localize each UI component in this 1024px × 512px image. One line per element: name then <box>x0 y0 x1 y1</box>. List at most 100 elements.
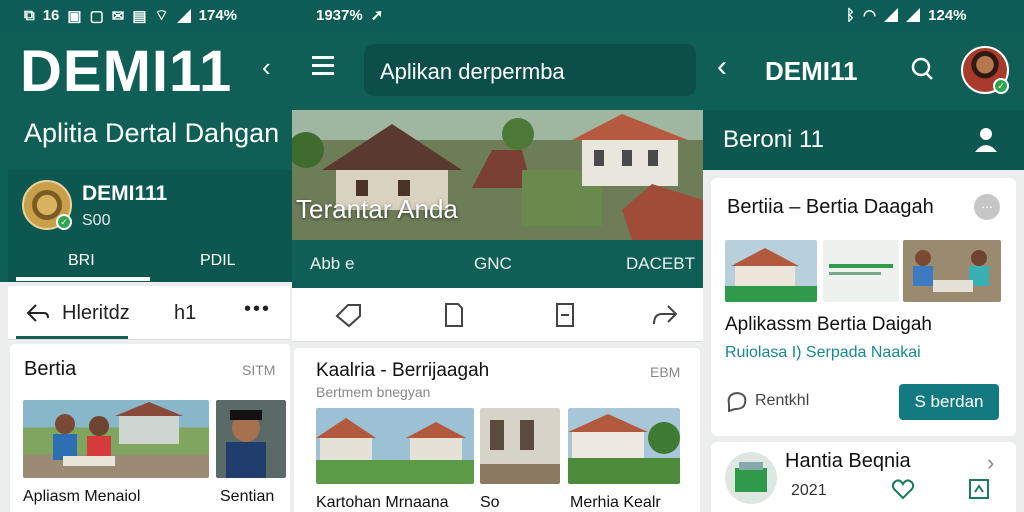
status-bar: ⧉ 16 ▣ ▢ ✉ ▤ ⌔ 174% 1937% ➚ ᛒ ◠ 124% <box>0 0 1024 32</box>
panel-left-header: DEMI11 ‹ Aplitia Dertal Dahgan ✓ DEMI111… <box>0 32 292 282</box>
menu-icon[interactable] <box>312 56 334 80</box>
feature-photo-1[interactable] <box>725 240 817 302</box>
article-photo-3[interactable] <box>568 408 680 484</box>
meeting-photo <box>903 240 1001 302</box>
tag-icon[interactable] <box>334 302 364 328</box>
shop-photo <box>735 462 767 492</box>
card-caption-2: Sentian <box>220 488 275 505</box>
more-options-icon[interactable]: ⋯ <box>974 194 1000 220</box>
feature-action[interactable]: Rentkhl <box>755 392 809 410</box>
feature-photo-3[interactable] <box>903 240 1001 302</box>
card-meta: SITM <box>242 362 276 378</box>
share-back-icon[interactable] <box>26 302 50 324</box>
article-photo-1[interactable] <box>316 408 474 484</box>
status-time: 1937% <box>316 6 363 24</box>
card-photo-1[interactable] <box>23 400 209 478</box>
account-name: DEMI111 <box>82 182 168 205</box>
signal-icon-2 <box>906 8 921 22</box>
panel-middle-header: Aplikan derpermba <box>292 32 703 110</box>
online-badge-icon: ✓ <box>993 78 1009 94</box>
signal-icon-1 <box>884 8 899 22</box>
heart-icon[interactable] <box>891 478 915 500</box>
tab-gnc[interactable]: GNC <box>474 254 512 274</box>
panel-right: ‹ DEMI11 ✓ Beroni 11 Bertiia – Bertia Da… <box>703 32 1024 512</box>
gallery-icon: ▤ <box>132 7 147 25</box>
user-avatar[interactable]: ✓ <box>961 46 1009 94</box>
bluetooth-icon: ᛒ <box>846 6 856 24</box>
back-icon[interactable]: ‹ <box>717 50 727 84</box>
card-caption-1: Apliasm Menaiol <box>23 488 141 505</box>
feature-name: Aplikassm Bertia Daigah <box>725 314 932 335</box>
account-tab-0[interactable]: BRI <box>68 252 95 270</box>
account-card[interactable]: ✓ DEMI111 S00 BRI PDIL <box>8 170 292 282</box>
article-card[interactable]: Kaalria - Berrijaagah Bertmem bnegyan EB… <box>294 348 700 512</box>
panel-middle-tabs: Abb e GNC DACEBT <box>292 240 703 288</box>
logo-image <box>829 264 893 275</box>
back-icon[interactable]: ‹ <box>262 52 271 83</box>
tab-dacebt[interactable]: DACEBT <box>626 254 695 274</box>
account-avatar[interactable]: ✓ <box>22 180 72 230</box>
article-title: Kaalria - Berrijaagah <box>316 360 490 381</box>
house-photo <box>725 240 817 302</box>
search-icon[interactable] <box>909 56 935 82</box>
houses-photo <box>316 408 474 484</box>
signal-icon <box>176 8 191 23</box>
article-subtitle: Bertmem bnegyan <box>316 384 431 400</box>
panel-right-header: ‹ DEMI11 ✓ <box>703 32 1024 110</box>
app-subtitle: Aplitia Dertal Dahgan <box>24 118 280 148</box>
search-text: Aplikan derpermba <box>380 59 565 84</box>
more-icon[interactable]: ••• <box>244 298 271 321</box>
comment-icon[interactable] <box>725 390 749 412</box>
article-caption-2: So <box>480 494 500 511</box>
tab-indicator <box>16 336 128 339</box>
account-tab-1[interactable]: PDIL <box>200 252 236 270</box>
wifi-strength-icon: ◠ <box>863 7 877 24</box>
card-title: Bertia <box>24 358 77 380</box>
feature-photo-2[interactable] <box>823 240 899 302</box>
sync-icon: ➚ <box>370 7 384 24</box>
status-right-battery: 124% <box>928 6 967 24</box>
people-photo <box>53 402 183 466</box>
verified-badge-icon: ✓ <box>56 214 72 230</box>
person-photo <box>226 410 266 478</box>
next-year: 2021 <box>791 482 827 499</box>
share-icon[interactable] <box>650 302 680 328</box>
next-card[interactable]: Hantia Beqnia 2021 › <box>711 442 1016 512</box>
section-header: Beroni 11 <box>703 110 1024 170</box>
message-icon: ▣ <box>67 7 82 25</box>
feature-card[interactable]: Bertiia – Bertia Daagah ⋯ Aplikassm Bert… <box>711 178 1016 436</box>
news-card[interactable]: Bertia SITM Apliasm Menaiol Sentian <box>10 344 290 512</box>
tab-h1[interactable]: h1 <box>174 302 196 325</box>
primary-button[interactable]: S berdan <box>899 384 999 420</box>
panel-left: DEMI11 ‹ Aplitia Dertal Dahgan ✓ DEMI111… <box>0 32 292 512</box>
next-thumb[interactable] <box>725 452 777 504</box>
card-photo-2[interactable] <box>216 400 286 478</box>
panel-middle: Aplikan derpermba Terantar Anda Abb e GN… <box>292 32 703 512</box>
tab-hleritdz[interactable]: Hleritdz <box>62 302 130 325</box>
status-left: ⧉ 16 ▣ ▢ ✉ ▤ ⌔ 174% <box>24 6 237 25</box>
header-brand: DEMI11 <box>765 56 858 86</box>
hero-title: Terantar Anda <box>296 194 458 224</box>
feature-link[interactable]: Ruiolasa I) Serpada Naakai <box>725 344 921 362</box>
article-meta: EBM <box>650 364 681 380</box>
tab-abbe[interactable]: Abb e <box>310 254 354 274</box>
hero-banner[interactable]: Terantar Anda <box>292 110 703 240</box>
bookmark-icon[interactable] <box>967 478 991 500</box>
article-photo-2[interactable] <box>480 408 560 484</box>
mail-icon: ✉ <box>111 7 125 25</box>
panel-left-tabs: Hleritdz h1 ••• <box>8 286 290 340</box>
building-photo <box>480 408 560 484</box>
person-icon[interactable] <box>973 126 999 154</box>
photo-icon: ▢ <box>89 7 104 25</box>
status-center: 1937% ➚ <box>316 6 384 25</box>
search-input[interactable]: Aplikan derpermba <box>364 44 696 96</box>
file-icon[interactable] <box>550 302 580 328</box>
document-icon[interactable] <box>438 302 468 328</box>
status-left-text: 16 <box>42 7 60 24</box>
app-brand: DEMI11 <box>20 39 233 104</box>
status-right: ᛒ ◠ 124% <box>846 6 967 25</box>
status-mid-battery: 174% <box>198 7 238 24</box>
feature-title: Bertiia – Bertia Daagah <box>727 196 934 218</box>
account-tab-indicator <box>16 277 150 281</box>
chevron-right-icon[interactable]: › <box>987 450 994 476</box>
